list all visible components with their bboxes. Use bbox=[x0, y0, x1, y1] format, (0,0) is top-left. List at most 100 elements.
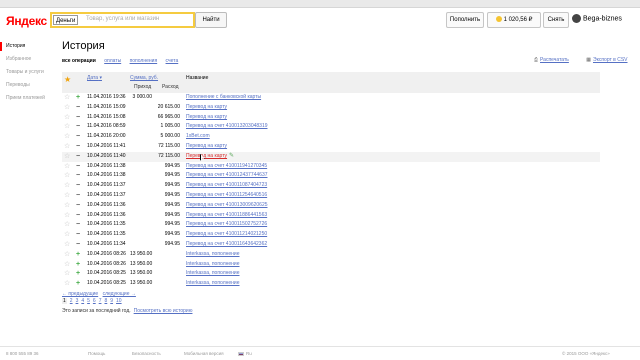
favorite-star-icon[interactable]: ☆ bbox=[64, 201, 70, 211]
search-scope-chip[interactable]: Деньги bbox=[53, 15, 79, 25]
sidebar-item-goods[interactable]: Товары и услуги bbox=[0, 66, 56, 79]
favorite-star-icon[interactable]: ☆ bbox=[64, 152, 70, 162]
search-box[interactable]: Деньги Товар, услуга или магазин bbox=[50, 12, 195, 28]
favorite-star-icon[interactable]: ☆ bbox=[64, 162, 70, 172]
row-name-link[interactable]: Interkassa, пополнение bbox=[186, 279, 240, 289]
filter-invoices[interactable]: счета bbox=[166, 58, 179, 64]
edit-pencil-icon[interactable]: ✎ bbox=[229, 152, 234, 162]
filter-all[interactable]: все операции bbox=[62, 58, 96, 64]
page-number-link[interactable]: 9 bbox=[110, 298, 113, 304]
page-number-link[interactable]: 10 bbox=[116, 298, 122, 304]
page-number-link[interactable]: 2 bbox=[70, 298, 73, 304]
row-name-link[interactable]: Interkassa, пополнение bbox=[186, 250, 240, 260]
favorite-star-icon[interactable]: ☆ bbox=[64, 260, 70, 270]
topup-button[interactable]: Пополнить bbox=[446, 12, 484, 28]
table-row[interactable]: ☆ −10.04.2016 11:35 994.95 Перевод на счет … bbox=[62, 220, 600, 230]
sidebar-item-payments[interactable]: Прием платежей bbox=[0, 92, 56, 105]
table-row[interactable]: ☆ −10.04.2016 11:41 72 115.00 Перевод на ка… bbox=[62, 142, 600, 152]
row-name-link[interactable]: Перевод на счет 410011254640516 bbox=[186, 191, 267, 201]
table-row[interactable]: ☆ −11.04.2016 15:09 20 615.00 Перевод на ка… bbox=[62, 103, 600, 113]
page-number-link[interactable]: 7 bbox=[99, 298, 102, 304]
export-csv-link[interactable]: ▦ Экспорт в CSV bbox=[578, 57, 627, 63]
row-name-link[interactable]: Interkassa, пополнение bbox=[186, 269, 240, 279]
favorite-star-icon[interactable]: ☆ bbox=[64, 279, 70, 289]
full-history-link[interactable]: Посмотреть всю историю bbox=[134, 308, 193, 314]
favorite-star-icon[interactable]: ☆ bbox=[64, 171, 70, 181]
row-name-link[interactable]: Перевод на счет 410011941270345 bbox=[186, 162, 267, 172]
row-name-link[interactable]: Перевод на счет 410011214021250 bbox=[186, 230, 267, 240]
favorite-star-icon[interactable]: ☆ bbox=[64, 103, 70, 113]
favorite-star-icon[interactable]: ☆ bbox=[64, 250, 70, 260]
favorite-star-icon[interactable]: ☆ bbox=[64, 230, 70, 240]
prev-page-link[interactable]: ← предыдущие bbox=[62, 291, 98, 297]
favorite-star-icon[interactable]: ☆ bbox=[64, 113, 70, 123]
table-row[interactable]: ☆ −10.04.2016 11:38 994.95 Перевод на счет … bbox=[62, 171, 600, 181]
favorite-star-icon[interactable]: ☆ bbox=[64, 211, 70, 221]
table-row[interactable]: ☆ −11.04.2016 08:59 1 005.00 Перевод на сче… bbox=[62, 122, 600, 132]
row-name-link[interactable]: Перевод на счет 410011087404723 bbox=[186, 181, 267, 191]
sidebar-item-transfers[interactable]: Переводы bbox=[0, 79, 56, 92]
favorite-star-icon[interactable]: ☆ bbox=[64, 132, 70, 142]
row-name-link[interactable]: Перевод на счет 410011643642362 bbox=[186, 240, 267, 250]
row-name-link[interactable]: Перевод на счет 410011502752726 bbox=[186, 220, 267, 230]
page-number-link[interactable]: 5 bbox=[87, 298, 90, 304]
star-icon[interactable]: ★ bbox=[64, 75, 71, 84]
sidebar-item-favorites[interactable]: Избранное bbox=[0, 53, 56, 66]
favorite-star-icon[interactable]: ☆ bbox=[64, 122, 70, 132]
table-row[interactable]: ☆ −11.04.2016 15:08 66 965.00 Перевод на ка… bbox=[62, 113, 600, 123]
row-name-link[interactable]: Перевод на карту bbox=[186, 113, 227, 123]
table-row[interactable]: ☆ −10.04.2016 11:40 72 115.00 Перевод на ка… bbox=[62, 151, 600, 162]
row-name-link[interactable]: Перевод на счет 410011886441563 bbox=[186, 211, 267, 221]
page-number-link[interactable]: 6 bbox=[93, 298, 96, 304]
search-input[interactable]: Товар, услуга или магазин bbox=[86, 16, 159, 22]
sidebar-item-history[interactable]: История bbox=[0, 40, 56, 53]
sum-column-header[interactable]: Сумма, руб. bbox=[130, 75, 158, 81]
row-name-link[interactable]: Перевод на карту bbox=[186, 152, 227, 162]
row-name-link[interactable]: Перевод на счет 410012437744637 bbox=[186, 171, 268, 181]
filter-payments[interactable]: оплаты bbox=[104, 58, 121, 64]
table-row[interactable]: ☆ −10.04.2016 11:38 994.95 Перевод на счет … bbox=[62, 162, 600, 172]
row-name-link[interactable]: Перевод на счет 410013009620625 bbox=[186, 201, 268, 211]
filter-topups[interactable]: пополнения bbox=[130, 58, 158, 64]
table-row[interactable]: ☆ +11.04.2016 19:36 3 000.00 Пополнение с б… bbox=[62, 93, 600, 103]
withdraw-button[interactable]: Снять bbox=[543, 12, 569, 28]
favorite-star-icon[interactable]: ☆ bbox=[64, 220, 70, 230]
table-row[interactable]: ☆ −10.04.2016 11:36 994.95 Перевод на счет … bbox=[62, 201, 600, 211]
table-row[interactable]: ☆ −10.04.2016 11:35 994.95 Перевод на счет … bbox=[62, 230, 600, 240]
date-column-header[interactable]: Дата ▾ bbox=[87, 75, 102, 81]
page-number-link[interactable]: 8 bbox=[104, 298, 107, 304]
footer-security-link[interactable]: Безопасность bbox=[132, 351, 161, 356]
page-number-link[interactable]: 1 bbox=[62, 298, 67, 304]
table-row[interactable]: ☆ −10.04.2016 11:37 994.95 Перевод на счет … bbox=[62, 191, 600, 201]
favorite-star-icon[interactable]: ☆ bbox=[64, 93, 70, 103]
favorite-star-icon[interactable]: ☆ bbox=[64, 269, 70, 279]
table-row[interactable]: ☆ −10.04.2016 11:36 994.95 Перевод на счет … bbox=[62, 211, 600, 221]
table-row[interactable]: ☆ +10.04.2016 08:25 13 950.00 Interkassa, п… bbox=[62, 279, 600, 289]
footer-help-link[interactable]: Помощь bbox=[88, 351, 105, 356]
favorite-star-icon[interactable]: ☆ bbox=[64, 191, 70, 201]
row-name-link[interactable]: Перевод на карту bbox=[186, 142, 227, 152]
row-name-link[interactable]: 1xBet.com bbox=[186, 132, 210, 142]
page-number-link[interactable]: 3 bbox=[76, 298, 79, 304]
favorite-star-icon[interactable]: ☆ bbox=[64, 142, 70, 152]
table-row[interactable]: ☆ +10.04.2016 08:26 13 950.00 Interkassa, п… bbox=[62, 250, 600, 260]
user-menu[interactable]: Bega-biznes bbox=[572, 14, 622, 23]
footer-mobile-link[interactable]: Мобильная версия bbox=[184, 351, 224, 356]
row-name-link[interactable]: Перевод на карту bbox=[186, 103, 227, 113]
table-row[interactable]: ☆ −10.04.2016 11:34 994.95 Перевод на счет … bbox=[62, 240, 600, 250]
row-name-link[interactable]: Interkassa, пополнение bbox=[186, 260, 240, 270]
row-name-link[interactable]: Пополнение с банковской карты bbox=[186, 93, 261, 103]
table-row[interactable]: ☆ −11.04.2016 20:00 5 000.00 1xBet.com bbox=[62, 132, 600, 142]
table-row[interactable]: ☆ −10.04.2016 11:37 994.95 Перевод на счет … bbox=[62, 181, 600, 191]
search-button[interactable]: Найти bbox=[195, 12, 227, 28]
favorite-star-icon[interactable]: ☆ bbox=[64, 181, 70, 191]
table-row[interactable]: ☆ +10.04.2016 08:25 13 950.00 Interkassa, п… bbox=[62, 269, 600, 279]
footer-language[interactable]: Ru bbox=[238, 351, 252, 356]
table-row[interactable]: ☆ +10.04.2016 08:26 13 950.00 Interkassa, п… bbox=[62, 260, 600, 270]
balance-button[interactable]: 1 020,56 ₽ bbox=[487, 12, 541, 28]
yandex-logo[interactable]: Яндекс bbox=[6, 14, 47, 28]
favorite-star-icon[interactable]: ☆ bbox=[64, 240, 70, 250]
print-link[interactable]: ⎙ Распечатать bbox=[526, 57, 569, 63]
next-page-link[interactable]: следующие → bbox=[103, 291, 136, 297]
page-number-link[interactable]: 4 bbox=[81, 298, 84, 304]
